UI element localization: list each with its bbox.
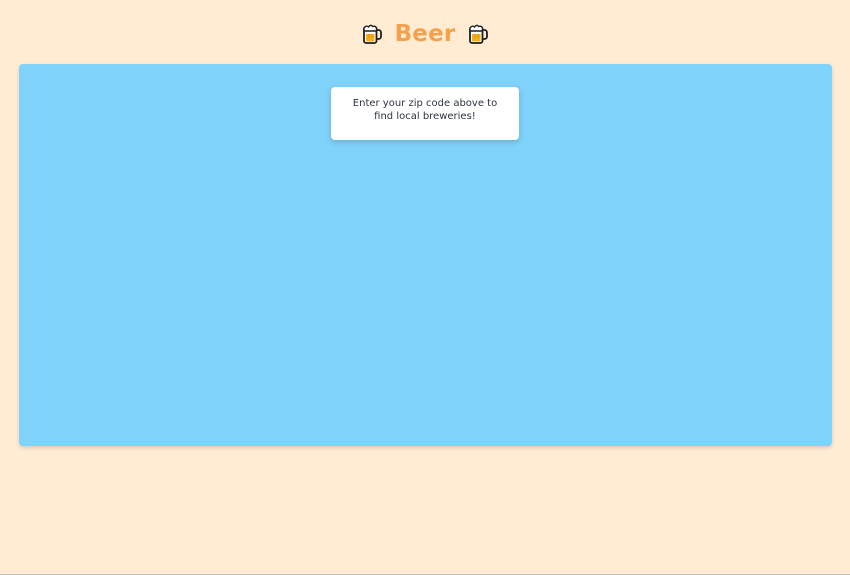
page-title: Beer — [394, 20, 456, 47]
app-page: Beer Enter your zip code above to find l… — [0, 0, 850, 575]
map-area[interactable]: Enter your zip code above to find local … — [19, 64, 832, 446]
notice-text: Enter your zip code above to find local … — [352, 98, 498, 122]
map-notice: Enter your zip code above to find local … — [331, 87, 519, 140]
app-header: Beer — [0, 16, 850, 52]
beer-mug-icon — [469, 24, 489, 44]
beer-mug-icon — [362, 24, 382, 44]
